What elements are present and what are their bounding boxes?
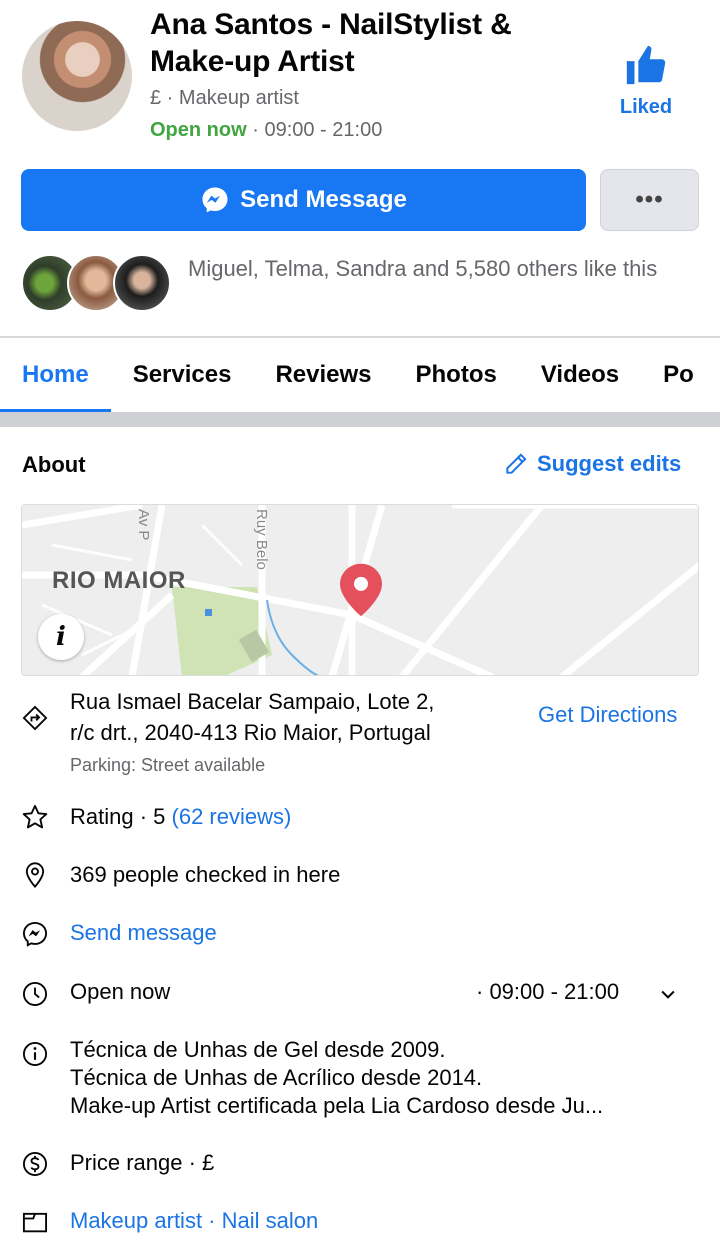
section-separator <box>0 412 720 427</box>
tab-services[interactable]: Services <box>133 338 232 412</box>
messenger-outline-icon <box>22 921 48 947</box>
location-pin-icon <box>25 862 45 889</box>
page-title: Ana Santos - NailStylist & Make-up Artis… <box>150 8 512 78</box>
directions-icon <box>22 705 48 731</box>
map-info-button[interactable]: i <box>38 614 84 660</box>
map-street-label: Ruy Belo <box>253 509 270 570</box>
likes-summary[interactable]: Miguel, Telma, Sandra and 5,580 others l… <box>188 255 688 283</box>
location-map[interactable]: RIO MAIOR Av P Ruy Belo i <box>21 504 699 676</box>
reviews-link[interactable]: (62 reviews) <box>172 804 292 829</box>
send-message-link[interactable]: Send message <box>70 919 217 947</box>
thumbs-up-icon <box>626 45 666 85</box>
info-icon <box>22 1041 48 1067</box>
suggest-edits-label: Suggest edits <box>537 451 682 476</box>
bio-line: Técnica de Unhas de Gel desde 2009. <box>70 1037 446 1062</box>
header-hours-value: 09:00 - 21:00 <box>264 119 383 141</box>
friend-avatars[interactable] <box>21 254 171 312</box>
dollar-icon <box>22 1151 48 1177</box>
header-hours: Open now · 09:00 - 21:00 <box>150 119 383 141</box>
tab-home[interactable]: Home <box>0 338 111 412</box>
hours-value[interactable]: · 09:00 - 21:00 <box>476 978 619 1006</box>
page-meta: £ · Makeup artist <box>150 87 299 109</box>
address-line-2: r/c drt., 2040-413 Rio Maior, Portugal <box>70 720 431 745</box>
star-icon <box>22 804 48 829</box>
suggest-edits-link[interactable]: Suggest edits <box>503 451 681 477</box>
rating-row: Rating · 5 (62 reviews) <box>70 803 291 831</box>
bio-line: Make-up Artist certificada pela Lia Card… <box>70 1093 604 1118</box>
about-heading: About <box>22 452 86 477</box>
open-now-status: Open now <box>70 979 171 1004</box>
map-street-label: Av P <box>135 509 152 541</box>
price-range: Price range · £ <box>70 1150 215 1175</box>
checkins-text: 369 people checked in here <box>70 862 341 887</box>
tab-reviews[interactable]: Reviews <box>275 338 371 412</box>
liked-button[interactable]: Liked <box>598 42 694 119</box>
price-level: £ <box>150 87 162 109</box>
address-line-1: Rua Ismael Bacelar Sampaio, Lote 2, <box>70 689 435 714</box>
tab-photos[interactable]: Photos <box>416 338 497 412</box>
tab-videos[interactable]: Videos <box>541 338 619 412</box>
bio-line: Técnica de Unhas de Acrílico desde 2014. <box>70 1065 483 1090</box>
page-category: Makeup artist <box>178 87 299 109</box>
send-message-label: Send Message <box>240 186 407 213</box>
pencil-icon <box>506 453 527 474</box>
page-tabs: Home Services Reviews Photos Videos Po <box>0 338 720 412</box>
rating-label: Rating · 5 <box>70 804 166 829</box>
open-status: Open now <box>150 119 247 141</box>
category-icon <box>22 1212 48 1233</box>
categories-link[interactable]: Makeup artist · Nail salon <box>70 1207 318 1235</box>
map-pin-icon <box>340 563 382 617</box>
liked-label: Liked <box>619 96 673 118</box>
parking-info: Parking: Street available <box>70 755 266 775</box>
messenger-icon <box>202 187 228 213</box>
page-avatar[interactable] <box>22 21 132 131</box>
friend-avatar[interactable] <box>113 254 171 312</box>
address: Rua Ismael Bacelar Sampaio, Lote 2, r/c … <box>70 686 530 748</box>
tab-posts[interactable]: Po <box>663 338 694 412</box>
bio-text[interactable]: Técnica de Unhas de Gel desde 2009. Técn… <box>70 1036 603 1120</box>
map-place-label: RIO MAIOR <box>52 567 186 594</box>
get-directions-link[interactable]: Get Directions <box>538 702 677 728</box>
send-message-button[interactable]: Send Message <box>21 169 586 231</box>
chevron-down-icon[interactable] <box>658 984 678 1004</box>
clock-icon <box>22 981 48 1007</box>
more-options-button[interactable]: ••• <box>600 169 699 231</box>
